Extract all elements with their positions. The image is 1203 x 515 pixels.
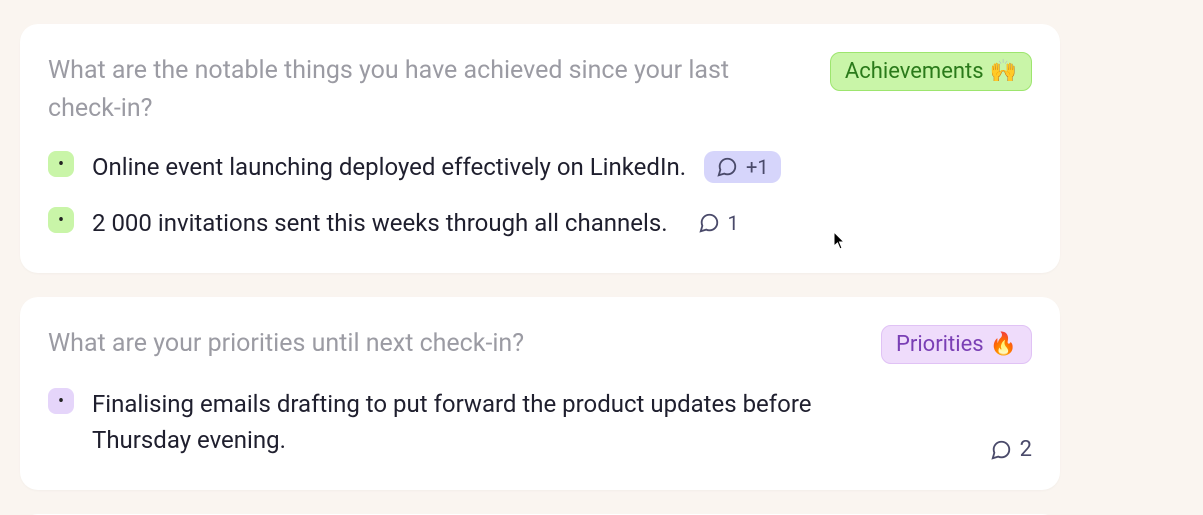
- tag-label: Priorities: [896, 332, 984, 357]
- comment-icon: [990, 439, 1012, 461]
- comment-count: 2: [1020, 437, 1032, 462]
- priorities-tag[interactable]: Priorities 🔥: [881, 325, 1032, 364]
- question-text: What are your priorities until next chec…: [48, 325, 524, 363]
- tag-label: Achievements: [845, 59, 984, 84]
- item-text[interactable]: 2 000 invitations sent this weeks throug…: [92, 205, 668, 241]
- card-header: What are your priorities until next chec…: [48, 325, 1032, 364]
- list-item: • Online event launching deployed effect…: [48, 149, 1032, 185]
- item-list: • Finalising emails drafting to put forw…: [48, 386, 1032, 458]
- item-text[interactable]: Finalising emails drafting to put forwar…: [92, 386, 852, 458]
- bullet-icon: •: [48, 388, 74, 414]
- comment-icon: [698, 212, 720, 234]
- list-item: • 2 000 invitations sent this weeks thro…: [48, 205, 1032, 241]
- card-comment-badge[interactable]: 2: [990, 437, 1032, 462]
- comment-icon: [716, 156, 738, 178]
- comment-badge[interactable]: 1: [686, 207, 751, 239]
- bullet-icon: •: [48, 207, 74, 233]
- raised-hands-icon: 🙌: [990, 59, 1017, 84]
- comment-badge[interactable]: +1: [704, 151, 781, 183]
- fire-icon: 🔥: [990, 332, 1017, 357]
- list-item: • Finalising emails drafting to put forw…: [48, 386, 1032, 458]
- priorities-card: What are your priorities until next chec…: [20, 297, 1060, 490]
- achievements-tag[interactable]: Achievements 🙌: [830, 52, 1032, 91]
- bullet-icon: •: [48, 151, 74, 177]
- card-header: What are the notable things you have ach…: [48, 52, 1032, 127]
- question-text: What are the notable things you have ach…: [48, 52, 768, 127]
- item-list: • Online event launching deployed effect…: [48, 149, 1032, 241]
- comment-count: 1: [728, 211, 739, 235]
- item-text[interactable]: Online event launching deployed effectiv…: [92, 149, 686, 185]
- comment-count: +1: [746, 155, 769, 179]
- achievements-card: What are the notable things you have ach…: [20, 24, 1060, 273]
